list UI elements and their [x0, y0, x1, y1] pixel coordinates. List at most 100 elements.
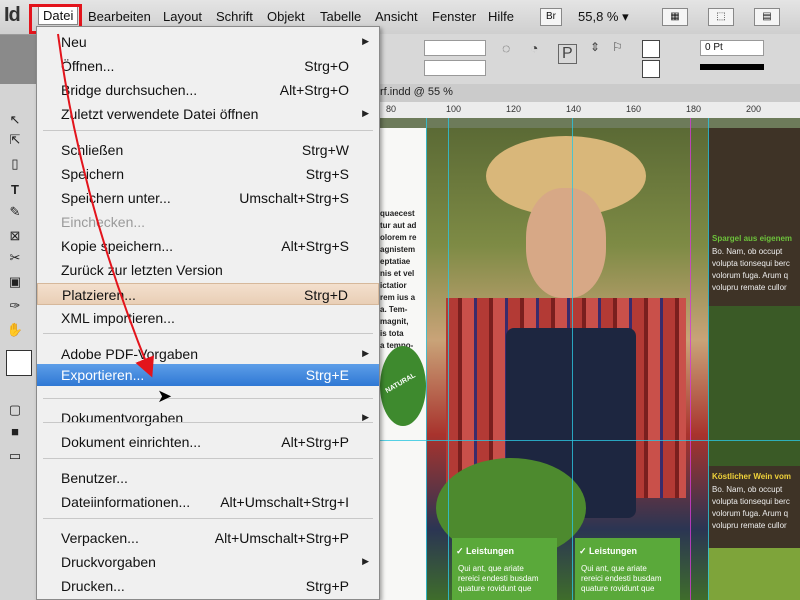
menu-hilfe[interactable]: Hilfe — [488, 9, 514, 24]
frame-tool-icon[interactable]: ⊠ — [6, 228, 24, 244]
menu-separator — [43, 422, 373, 423]
menu-item-4[interactable]: Schließen Strg+W — [37, 139, 379, 161]
text-line: magnit, — [380, 317, 409, 326]
menu-item-18[interactable]: Verpacken... Alt+Umschalt+Strg+P — [37, 527, 379, 549]
menu-item-shortcut: Alt+Umschalt+Strg+P — [214, 530, 349, 546]
menu-item-shortcut: Strg+D — [304, 287, 348, 303]
page-tool-icon[interactable]: ▯ — [6, 156, 24, 172]
fill-stroke-swatch-icon[interactable] — [6, 350, 32, 376]
flip-icon[interactable]: ⇕ — [590, 40, 600, 54]
fill-swatch-icon[interactable] — [642, 40, 660, 58]
menu-item-1[interactable]: Öffnen... Strg+O — [37, 55, 379, 77]
menu-item-8[interactable]: Kopie speichern... Alt+Strg+S — [37, 235, 379, 257]
box-title: ✓ Leistungen — [579, 546, 638, 556]
menu-item-11[interactable]: XML importieren... — [37, 307, 379, 329]
selection-tool-icon[interactable]: ↖ — [6, 112, 24, 128]
menu-item-label: Dokumentvorgaben — [61, 410, 184, 426]
farmer-photo — [426, 128, 708, 600]
menu-ansicht[interactable]: Ansicht — [375, 9, 418, 24]
section-body: Bo. Nam, ob occupt volupta tionsequi ber… — [712, 246, 790, 294]
eyedropper-tool-icon[interactable]: ✑ — [6, 298, 24, 314]
zoom-level[interactable]: 55,8 % ▾ — [578, 9, 629, 25]
document-tab[interactable]: rf.indd @ 55 % — [380, 86, 453, 98]
menu-bearbeiten[interactable]: Bearbeiten — [88, 9, 151, 24]
control-field-1[interactable] — [424, 40, 486, 56]
text-line: olorem re — [380, 233, 417, 242]
mouse-cursor-icon: ➤ — [157, 386, 173, 406]
control-field-2[interactable] — [424, 60, 486, 76]
rotate-icon[interactable]: ◌ — [502, 40, 510, 56]
menu-item-label: Dokument einrichten... — [61, 434, 202, 450]
view-options-icon[interactable]: ▦ — [662, 8, 688, 26]
bridge-button[interactable]: Br — [540, 8, 562, 26]
menu-objekt[interactable]: Objekt — [267, 9, 305, 24]
menu-item-12[interactable]: Adobe PDF-Vorgaben ▶ — [37, 343, 379, 365]
formatting-container-icon[interactable]: ▢ — [6, 402, 24, 418]
menu-item-10[interactable]: Platzieren... Strg+D — [37, 283, 379, 305]
section-heading: Spargel aus eigenem — [712, 234, 793, 243]
stroke-weight-field[interactable]: 0 Pt — [700, 40, 764, 56]
menu-item-label: Bridge durchsuchen... — [61, 82, 198, 98]
box-title: ✓ Leistungen — [456, 546, 515, 556]
text-line: Bo. Nam, ob occupt — [712, 247, 783, 256]
menu-item-3[interactable]: Zuletzt verwendete Datei öffnen ▶ — [37, 103, 379, 125]
shear-icon[interactable]: ◔ — [530, 40, 538, 56]
menu-item-label: Benutzer... — [61, 470, 128, 486]
apply-color-icon[interactable]: ■ — [6, 424, 24, 440]
pen-tool-icon[interactable]: ✎ — [6, 204, 24, 220]
menu-item-19[interactable]: Druckvorgaben ▶ — [37, 551, 379, 573]
screen-mode-normal-icon[interactable]: ▭ — [6, 448, 24, 464]
menu-item-6[interactable]: Speichern unter... Umschalt+Strg+S — [37, 187, 379, 209]
type-tool-icon[interactable]: T — [6, 182, 24, 198]
ruler-tick: 100 — [446, 104, 462, 114]
text-line: volorum fuga. Arum q — [712, 271, 789, 280]
guide-line — [426, 118, 427, 600]
menu-layout[interactable]: Layout — [163, 9, 202, 24]
zoom-value: 55,8 % — [578, 9, 619, 24]
menu-item-13[interactable]: Exportieren... Strg+E — [37, 364, 379, 386]
text-line: is tota — [380, 329, 404, 338]
direct-selection-tool-icon[interactable]: ⇱ — [6, 132, 24, 148]
horizontal-ruler: 80 100 120 140 160 180 200 — [380, 102, 800, 119]
menu-item-label: Adobe PDF-Vorgaben — [61, 346, 198, 362]
menu-item-shortcut: Umschalt+Strg+S — [239, 190, 349, 206]
stroke-type-field[interactable] — [700, 64, 764, 70]
menu-item-5[interactable]: Speichern Strg+S — [37, 163, 379, 185]
ruler-tick: 80 — [386, 104, 397, 114]
menu-item-14[interactable]: Dokumentvorgaben ▶ — [37, 407, 379, 429]
hand-tool-icon[interactable]: ✋ — [6, 322, 24, 338]
menu-item-15[interactable]: Dokument einrichten... Alt+Strg+P — [37, 431, 379, 453]
page-left-column: quaecest tur aut ad olorem re agnistem e… — [380, 128, 426, 600]
text-line: ictatior — [380, 281, 407, 290]
text-line: quature rovidunt que — [458, 584, 532, 593]
text-line: tur aut ad — [380, 221, 417, 230]
menu-item-shortcut: Alt+Strg+O — [279, 82, 349, 98]
ruler-tick: 120 — [506, 104, 522, 114]
arrange-documents-icon[interactable]: ▤ — [754, 8, 780, 26]
menu-fenster[interactable]: Fenster — [432, 9, 476, 24]
menu-schrift[interactable]: Schrift — [216, 9, 253, 24]
screen-mode-icon[interactable]: ⬚ — [708, 8, 734, 26]
menu-tabelle[interactable]: Tabelle — [320, 9, 361, 24]
menu-item-17[interactable]: Dateiinformationen... Alt+Umschalt+Strg+I — [37, 491, 379, 513]
menu-separator — [43, 130, 373, 131]
menu-item-0[interactable]: Neu ▶ — [37, 31, 379, 53]
page-right-column: Spargel aus eigenem Bo. Nam, ob occupt v… — [708, 128, 800, 600]
reference-point-icon[interactable]: P — [558, 44, 577, 64]
face-shape — [526, 188, 606, 298]
menu-item-shortcut: Alt+Strg+P — [281, 434, 349, 450]
menu-item-2[interactable]: Bridge durchsuchen... Alt+Strg+O — [37, 79, 379, 101]
scissors-tool-icon[interactable]: ✂ — [6, 250, 24, 266]
app-logo: Id — [4, 4, 21, 26]
menu-item-9[interactable]: Zurück zur letzten Version — [37, 259, 379, 281]
text-line: Qui ant, que ariate — [458, 564, 524, 573]
stroke-swatch-icon[interactable] — [642, 60, 660, 78]
menu-item-shortcut: Strg+P — [305, 578, 349, 594]
gradient-tool-icon[interactable]: ▣ — [6, 274, 24, 290]
menu-item-7[interactable]: Einchecken... — [37, 211, 379, 233]
menu-item-16[interactable]: Benutzer... — [37, 467, 379, 489]
menu-item-20[interactable]: Drucken... Strg+P — [37, 575, 379, 597]
document-canvas: quaecest tur aut ad olorem re agnistem e… — [380, 118, 800, 600]
select-container-icon[interactable]: ⚐ — [612, 40, 623, 54]
text-line: rem ius a — [380, 293, 416, 302]
